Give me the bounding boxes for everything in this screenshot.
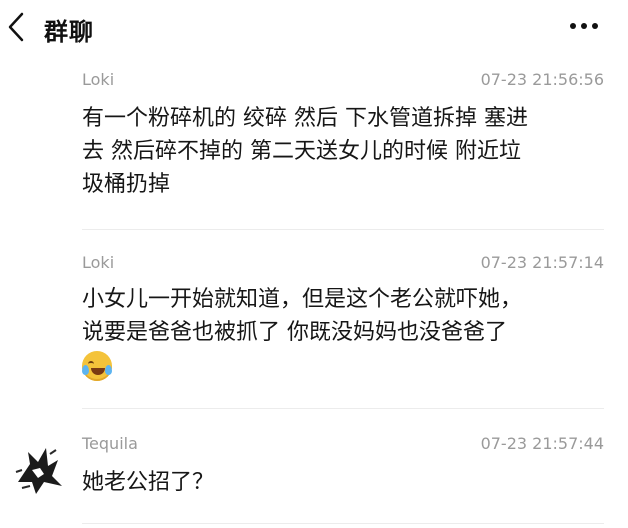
message-line: 她老公招了？: [82, 470, 215, 495]
sender-name[interactable]: Loki: [82, 253, 114, 272]
message-line: 小女儿一开始就知道，但是这个老公就吓她，: [82, 287, 523, 312]
message-meta: Tequila 07-23 21:57:44: [82, 434, 604, 456]
message-meta: Loki 07-23 21:57:14: [82, 253, 604, 275]
message-line: 说要是爸爸也被抓了 你既没妈妈也没爸爸了: [82, 320, 507, 345]
divider: [82, 229, 604, 230]
crying-laughing-emoji: [82, 351, 112, 381]
message-meta: Loki 07-23 21:56:56: [82, 70, 604, 92]
message-time: 07-23 21:57:14: [480, 253, 604, 272]
more-dots-icon[interactable]: [570, 16, 604, 36]
divider: [82, 408, 604, 409]
divider: [82, 523, 604, 524]
message-line: 圾桶扔掉: [82, 172, 171, 197]
message-line: 去 然后碎不掉的 第二天送女儿的时候 附近垃: [82, 139, 521, 164]
message-line: 有一个粉碎机的 绞碎 然后 下水管道拆掉 塞进: [82, 106, 528, 131]
message-text[interactable]: 她老公招了？: [82, 466, 618, 499]
message-text[interactable]: 小女儿一开始就知道，但是这个老公就吓她， 说要是爸爸也被抓了 你既没妈妈也没爸爸…: [82, 283, 618, 391]
message-time: 07-23 21:57:44: [480, 434, 604, 453]
sender-name[interactable]: Loki: [82, 70, 114, 89]
page-title: 群聊: [44, 18, 94, 46]
sender-name[interactable]: Tequila: [82, 434, 138, 453]
sketch-avatar[interactable]: [10, 442, 66, 498]
message-time: 07-23 21:56:56: [480, 70, 604, 89]
message-text[interactable]: 有一个粉碎机的 绞碎 然后 下水管道拆掉 塞进 去 然后碎不掉的 第二天送女儿的…: [82, 102, 618, 201]
chevron-left-icon[interactable]: [4, 10, 28, 44]
top-bar: 群聊: [0, 0, 628, 56]
